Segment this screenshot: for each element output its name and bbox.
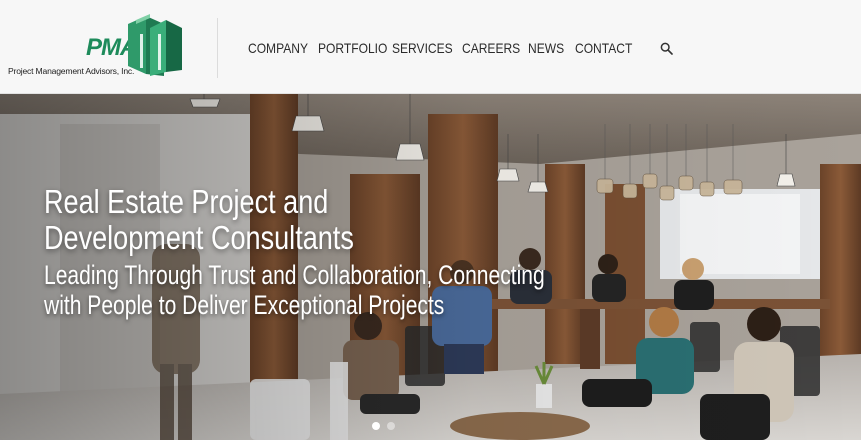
slider-dot-1[interactable] (372, 422, 380, 430)
hero-subtitle: Leading Through Trust and Collaboration,… (44, 260, 545, 320)
logo-company-name: Project Management Advisors, Inc. (8, 66, 135, 76)
header-divider (217, 18, 218, 78)
pma-building-logo-icon (128, 14, 182, 76)
hero-title: Real Estate Project and Development Cons… (44, 184, 354, 256)
nav-news[interactable]: NEWS (528, 40, 564, 56)
hero-subtitle-line-1: Leading Through Trust and Collaboration,… (44, 260, 545, 290)
hero-title-line-2: Development Consultants (44, 219, 354, 256)
nav-company[interactable]: COMPANY (248, 40, 308, 56)
hero-slider: Real Estate Project and Development Cons… (0, 94, 861, 440)
hero-title-line-1: Real Estate Project and (44, 183, 329, 220)
search-icon[interactable] (660, 42, 673, 55)
nav-careers[interactable]: CAREERS (462, 40, 520, 56)
nav-contact[interactable]: CONTACT (575, 40, 632, 56)
nav-services[interactable]: SERVICES (392, 40, 453, 56)
slider-dots (372, 417, 402, 435)
logo[interactable]: PMA Project Management Advisors, Inc. (8, 14, 182, 80)
hero-subtitle-line-2: with People to Deliver Exceptional Proje… (44, 290, 445, 320)
site-header: PMA Project Management Advisors, Inc. CO… (0, 0, 861, 94)
slider-dot-2[interactable] (387, 422, 395, 430)
nav-portfolio[interactable]: PORTFOLIO (318, 40, 387, 56)
